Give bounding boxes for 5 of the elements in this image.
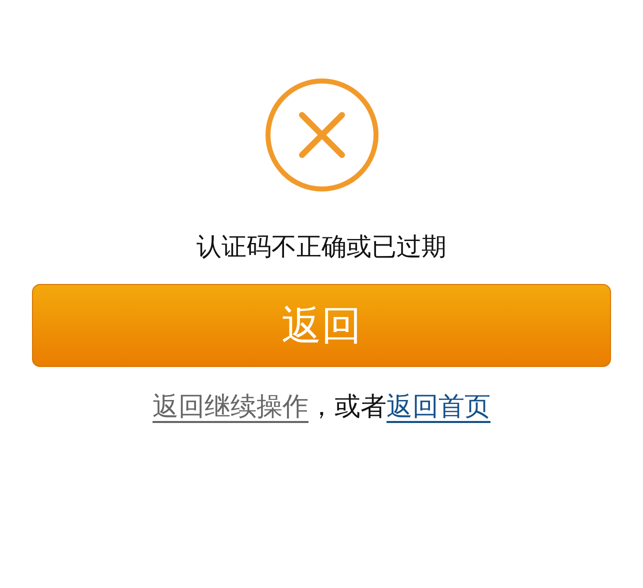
continue-link[interactable]: 返回继续操作	[152, 392, 308, 422]
error-icon	[264, 78, 378, 192]
footer-sentence: 返回继续操作，或者返回首页	[152, 391, 490, 424]
error-message: 认证码不正确或已过期	[196, 231, 446, 263]
home-link[interactable]: 返回首页	[386, 392, 490, 422]
